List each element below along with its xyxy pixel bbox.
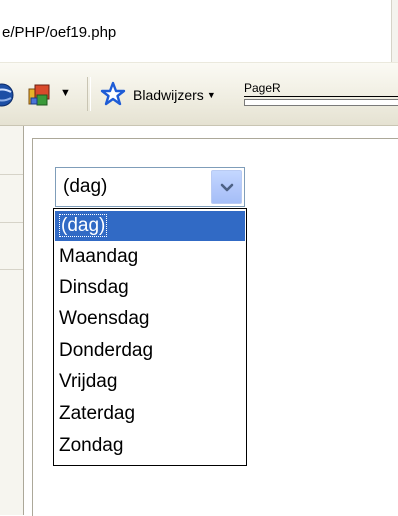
toolbar-separator xyxy=(87,77,91,111)
day-options-list[interactable]: (dag) Maandag Dinsdag Woensdag Donderdag… xyxy=(53,208,247,466)
day-option[interactable]: Maandag xyxy=(55,242,245,272)
day-select-button[interactable] xyxy=(211,170,242,204)
day-option[interactable]: Zaterdag xyxy=(55,399,245,429)
toolbar-extension-icon[interactable] xyxy=(26,82,52,108)
bookmarks-button[interactable]: Bladwijzers ▼ xyxy=(133,87,216,103)
star-icon[interactable] xyxy=(100,81,126,107)
sidebar-divider xyxy=(0,174,23,175)
address-url[interactable]: e/PHP/oef19.php xyxy=(2,24,116,41)
day-select-value: (dag) xyxy=(63,176,108,197)
address-bar-edge xyxy=(391,0,398,62)
pagerank-underline xyxy=(244,96,398,97)
day-option[interactable]: Vrijdag xyxy=(55,367,245,397)
sidebar-divider xyxy=(0,269,23,270)
sidebar-strip xyxy=(0,126,24,515)
day-option[interactable]: (dag) xyxy=(55,211,245,241)
day-option[interactable]: Dinsdag xyxy=(55,273,245,303)
dropdown-arrow-icon[interactable]: ▼ xyxy=(60,87,71,99)
pagerank-bar xyxy=(244,99,398,106)
sidebar-divider xyxy=(0,222,23,223)
day-option[interactable]: Zondag xyxy=(55,431,245,461)
address-bar[interactable]: e/PHP/oef19.php xyxy=(0,0,398,63)
day-option[interactable]: Donderdag xyxy=(55,336,245,366)
browser-toolbar: ▼ Bladwijzers ▼ PageR xyxy=(0,63,398,126)
day-option[interactable]: Woensdag xyxy=(55,304,245,334)
day-select[interactable]: (dag) xyxy=(55,167,245,207)
chevron-down-icon: ▼ xyxy=(206,90,216,100)
globe-icon[interactable] xyxy=(0,83,14,107)
pagerank-label: PageR xyxy=(244,81,281,95)
chevron-down-icon xyxy=(220,183,234,192)
bookmarks-label: Bladwijzers xyxy=(133,87,204,103)
